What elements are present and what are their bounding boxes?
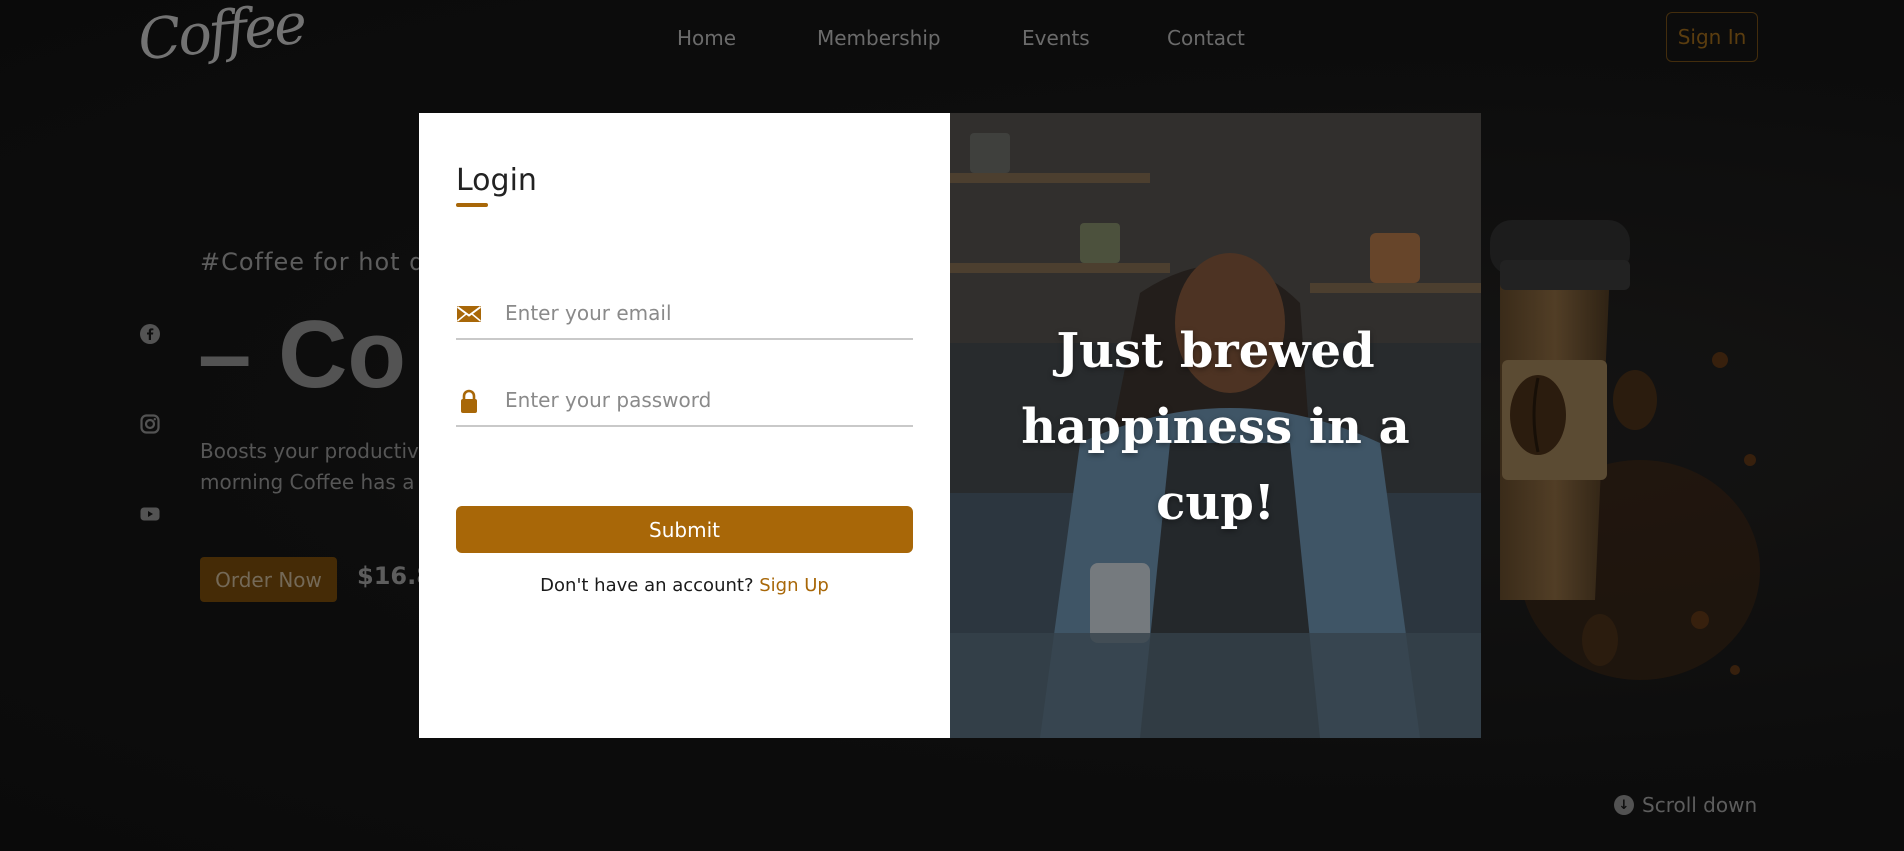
login-modal: Login Submit Don't have an acco [419,113,1481,738]
login-form-panel: Login Submit Don't have an acco [419,113,950,738]
password-input[interactable] [503,383,907,417]
image-caption: Just brewed happiness in a cup! [1021,323,1410,531]
submit-button[interactable]: Submit [456,506,913,553]
title-underline [456,203,488,207]
barista-photo-panel: Just brewed happiness in a cup! [950,113,1481,738]
password-field [456,373,913,427]
sign-up-link[interactable]: Sign Up [759,575,829,596]
login-title: Login [456,163,537,198]
email-field [456,286,913,340]
envelope-icon [456,306,482,322]
signup-prompt: Don't have an account? Sign Up [419,575,950,596]
lock-icon [461,389,477,413]
signup-prompt-text: Don't have an account? [540,575,754,596]
page: Coffee Home Membership Events Contact Si… [0,0,1904,851]
email-input[interactable] [503,296,907,330]
